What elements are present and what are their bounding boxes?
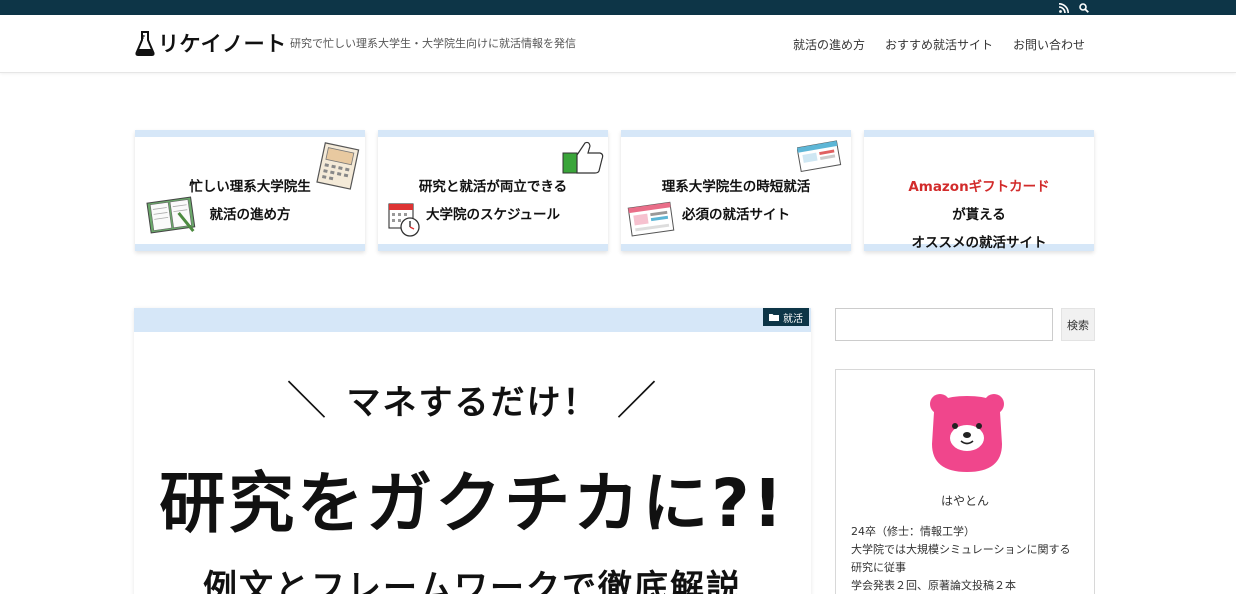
card-title-line1: 理系大学院生の時短就活 [661, 179, 811, 195]
feature-card-job-sites[interactable]: 理系大学院生の時短就活 必須の就活サイト [621, 130, 851, 251]
svg-text:F: F [143, 35, 146, 41]
bio-line: 24卒（修士：情報工学） [851, 525, 975, 538]
feature-card-job-hunting-guide[interactable]: 忙しい理系大学院生 就活の進め方 [135, 130, 365, 251]
category-label: 就活 [783, 313, 803, 325]
card-title-line1-rest: が貰える [952, 207, 1006, 223]
folder-icon [769, 314, 779, 321]
rss-icon[interactable] [1057, 1, 1070, 14]
site-header: F リケイノート 研究で忙しい理系大学生・大学院生向けに就活情報を発信 就活の進… [0, 15, 1236, 73]
category-badge[interactable]: 就活 [763, 308, 809, 326]
web-page-icon [627, 201, 675, 237]
profile-bio: 24卒（修士：情報工学） 大学院では大規模シミュレーションに関する 研究に従事 … [851, 523, 1071, 594]
eyecatch-slash: ／ [616, 378, 659, 424]
profile-widget: はやとん 24卒（修士：情報工学） 大学院では大規模シミュレーションに関する 研… [835, 369, 1095, 594]
top-bar [0, 0, 1236, 15]
notebook-icon [146, 196, 196, 234]
profile-name: はやとん [940, 494, 989, 508]
site-tagline: 研究で忙しい理系大学生・大学院生向けに就活情報を発信 [290, 37, 576, 50]
eyecatch-subtitle: 例文とフレームワークで徹底解説 [203, 568, 742, 594]
sidebar-search-input[interactable] [835, 308, 1053, 341]
logo-text: リケイノート [158, 32, 287, 56]
card-title-accent: Amazonギフトカード [908, 179, 1050, 195]
nav-item-contact[interactable]: お問い合わせ [1013, 36, 1085, 53]
flask-icon: F [135, 31, 155, 56]
featured-article[interactable]: 就活 ＼ マネするだけ！ ／ 研究をガクチカに?! 例文とフレームワークで徹底解説 [134, 308, 811, 594]
eyecatch-title: 研究をガクチカに?! [159, 465, 786, 542]
sidebar-search-button[interactable]: 検索 [1061, 308, 1095, 341]
eyecatch-tagline: ＼ マネするだけ！ ／ [134, 368, 811, 426]
article-header-band [134, 308, 811, 332]
feature-card-schedule[interactable]: 研究と就活が両立できる 大学院のスケジュール [378, 130, 608, 251]
site-logo[interactable]: F リケイノート [135, 25, 287, 61]
calendar-clock-icon [388, 203, 420, 237]
bio-line: 学会発表２回、原著論文投稿２本 [851, 579, 1016, 592]
eyecatch-text: マネするだけ！ [346, 383, 599, 423]
nav-item-recommended-sites[interactable]: おすすめ就活サイト [885, 36, 993, 53]
thumbs-up-icon [562, 141, 604, 174]
card-title-line2: オススメの就活サイト [911, 235, 1047, 251]
bio-line: 大学院では大規模シミュレーションに関する [851, 543, 1071, 556]
search-icon[interactable] [1077, 1, 1090, 14]
browser-window-icon [797, 140, 842, 173]
feature-card-amazon-gift[interactable]: Amazonギフトカード が貰える オススメの就活サイト [864, 130, 1094, 251]
nav-item-job-hunting-guide[interactable]: 就活の進め方 [793, 36, 865, 53]
calendar-board-icon [316, 142, 360, 190]
eyecatch-backslash: ＼ [286, 378, 329, 424]
bio-line: 研究に従事 [851, 561, 906, 574]
global-nav: 就活の進め方 おすすめ就活サイト お問い合わせ [793, 36, 1085, 53]
bear-avatar-icon [930, 394, 1004, 472]
